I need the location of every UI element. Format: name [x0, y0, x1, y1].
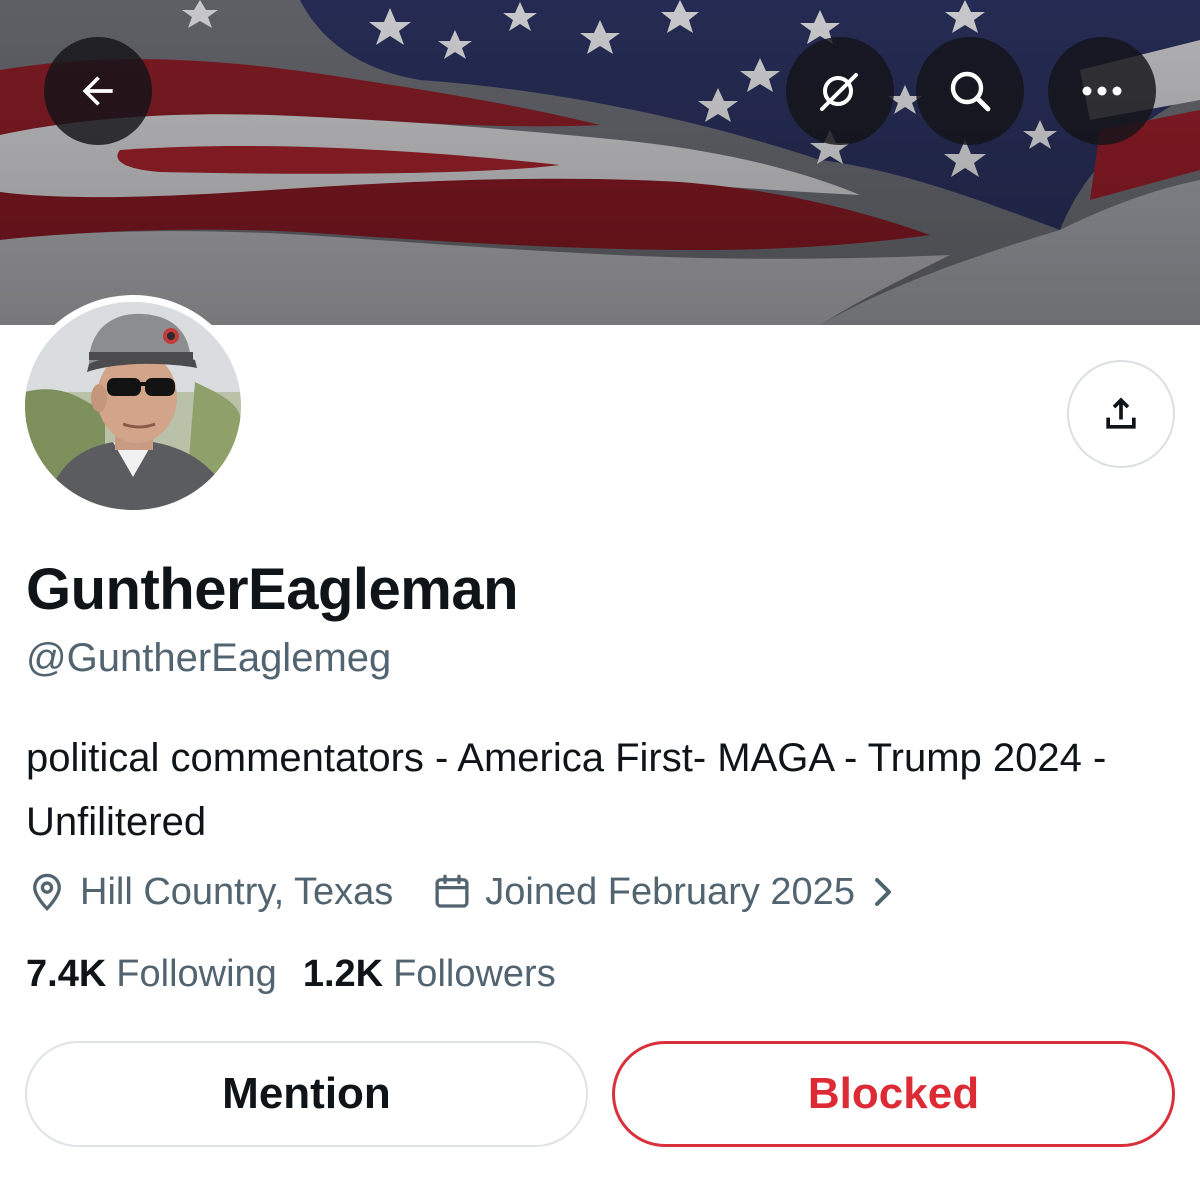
chevron-right-icon [874, 878, 891, 906]
profile-photo [25, 302, 241, 510]
following-label: Following [116, 952, 277, 995]
blocked-button[interactable]: Blocked [612, 1041, 1175, 1147]
mention-button[interactable]: Mention [25, 1041, 588, 1147]
back-button[interactable] [44, 37, 152, 145]
search-icon [950, 71, 991, 112]
location: Hill Country, Texas [26, 871, 393, 914]
avatar[interactable] [18, 295, 248, 517]
user-handle: @GuntherEaglemeg [26, 636, 392, 680]
follow-stats: 7.4K Following 1.2K Followers [26, 948, 556, 1000]
location-pin-icon [33, 873, 61, 911]
flag-banner-image [0, 0, 1200, 325]
joined-date[interactable]: Joined February 2025 [431, 871, 907, 914]
calendar-icon [435, 874, 469, 908]
joined-text: Joined February 2025 [485, 870, 855, 913]
search-button[interactable] [916, 37, 1024, 145]
share-icon [1106, 397, 1136, 429]
location-text: Hill Country, Texas [80, 870, 394, 913]
grok-button[interactable] [786, 37, 894, 145]
profile-meta: Hill Country, Texas Joined February 2025 [26, 864, 907, 920]
followers-label: Followers [393, 952, 556, 995]
grok-icon [820, 73, 858, 111]
more-horizontal-icon [1082, 86, 1122, 96]
followers-link[interactable]: 1.2K Followers [303, 953, 556, 996]
profile-bio: political commentators - America First- … [26, 736, 1107, 844]
more-options-button[interactable] [1048, 37, 1156, 145]
profile-banner[interactable] [0, 0, 1200, 325]
following-link[interactable]: 7.4K Following [26, 953, 277, 996]
display-name: GuntherEagleman [26, 557, 519, 622]
following-count: 7.4K [26, 952, 107, 995]
followers-count: 1.2K [302, 952, 384, 995]
arrow-left-icon [82, 76, 113, 106]
share-button[interactable] [1067, 360, 1175, 468]
